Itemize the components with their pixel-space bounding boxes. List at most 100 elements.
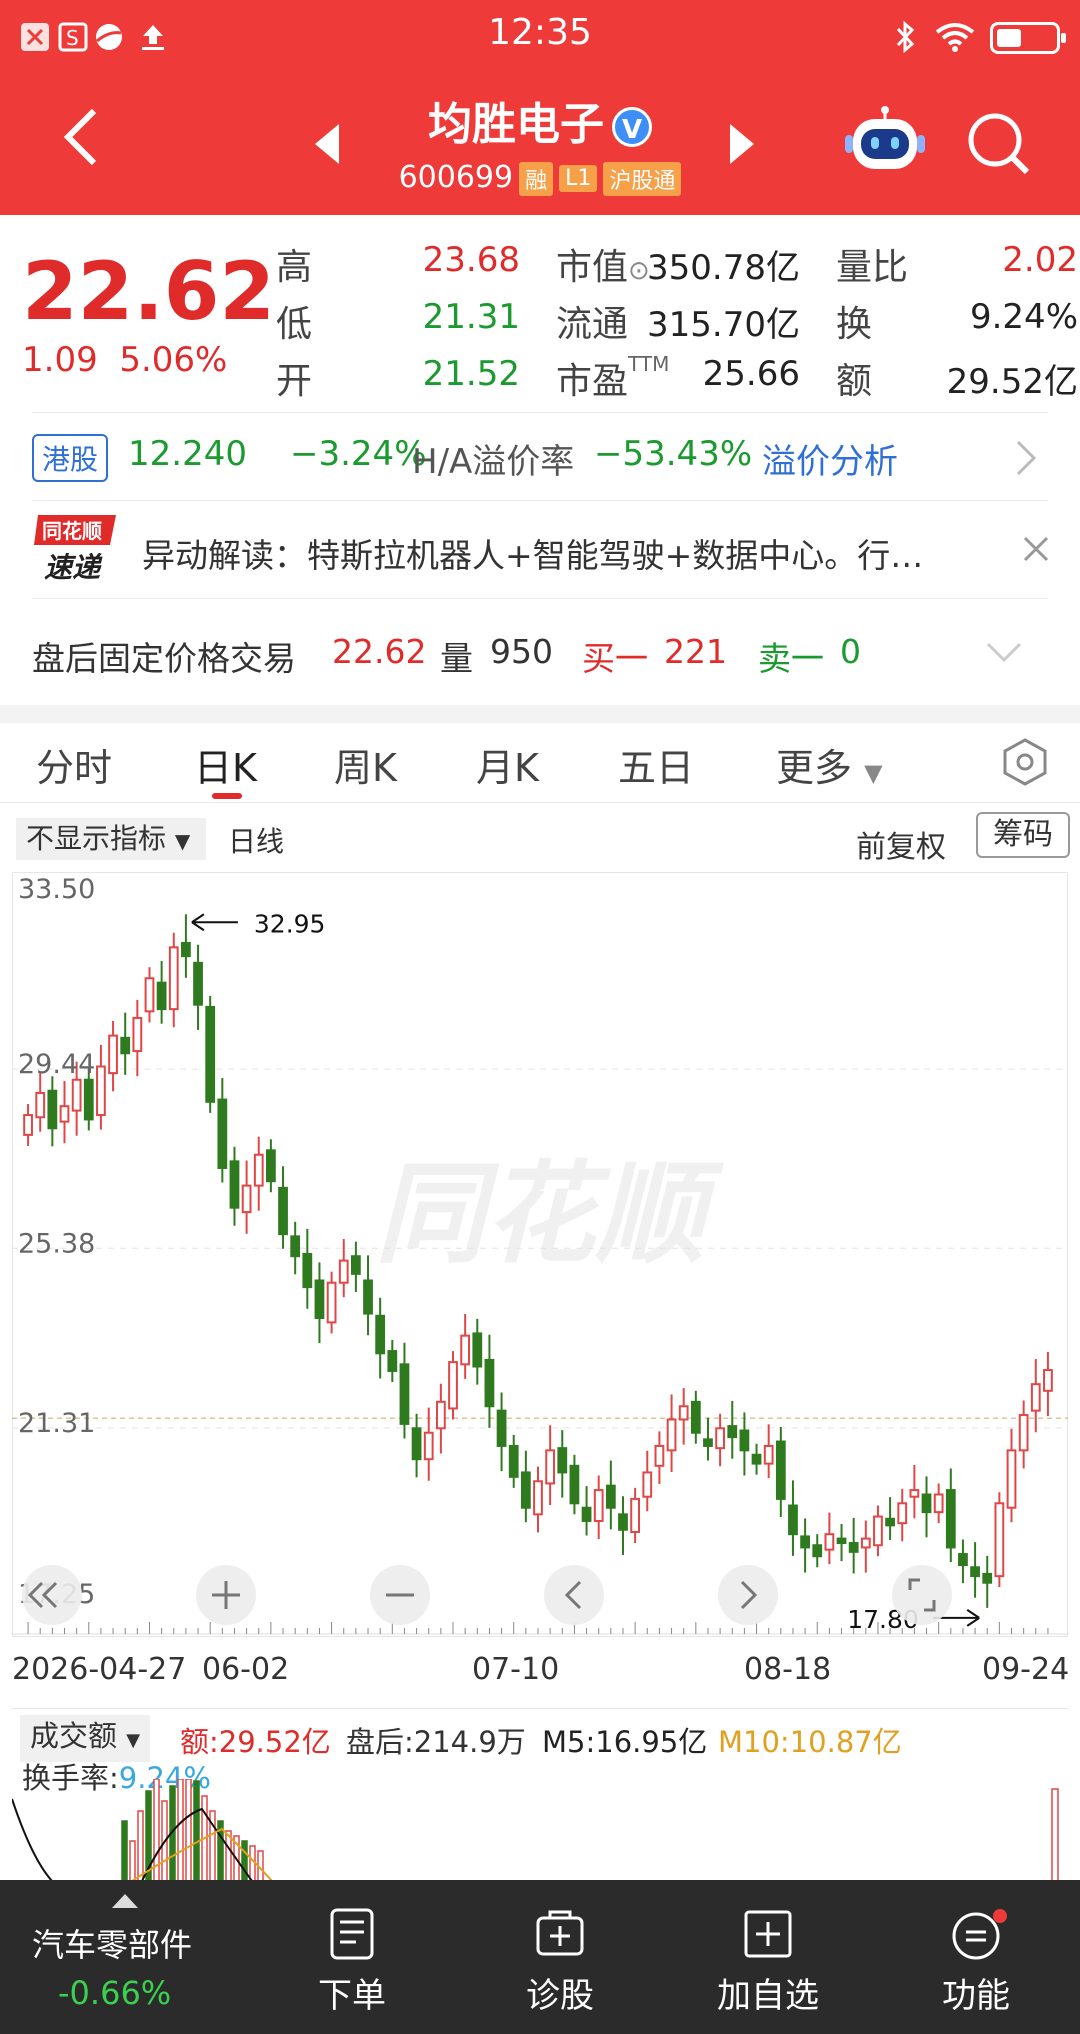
section-gap (0, 705, 1080, 723)
zoom-out-button[interactable] (370, 1565, 430, 1625)
candle-body (47, 1089, 58, 1130)
add-square-icon (742, 1908, 794, 1960)
nav-add-watchlist[interactable]: 加自选 (698, 1908, 838, 2017)
tab-intraday[interactable]: 分时 (36, 737, 112, 792)
value-market-cap: 350.78亿 (647, 248, 800, 288)
candle-body (132, 1016, 143, 1053)
tab-monthly-k[interactable]: 月K (476, 737, 539, 792)
candle-body (314, 1279, 325, 1319)
wifi-icon (932, 20, 978, 54)
premium-analysis-link[interactable]: 溢价分析 (762, 434, 898, 483)
chevron-down-icon[interactable] (984, 640, 1024, 668)
pan-right-button[interactable] (718, 1565, 778, 1625)
sector-name[interactable]: 汽车零部件 (32, 1920, 192, 1966)
candle-body (266, 1149, 276, 1183)
triangle-down-icon: ▼ (864, 759, 883, 787)
nav-order[interactable]: 下单 (282, 1908, 422, 2017)
robot-assistant-icon[interactable] (845, 105, 925, 177)
hk-share-row[interactable]: 港股 12.240 −3.24% H/A溢价率 −53.43% 溢价分析 (32, 430, 1048, 500)
label-low: 低 (276, 304, 313, 345)
volume-bar (121, 1820, 128, 1880)
volume-bar (137, 1810, 144, 1880)
candle-body (690, 1400, 701, 1434)
candle-body (229, 1160, 240, 1209)
settings-hexagon-icon[interactable] (1000, 737, 1050, 791)
kline-chart[interactable]: 同花顺 33.5029.4425.3821.3117.25 32.9517.80 (12, 872, 1068, 1637)
candle-body (873, 1515, 883, 1547)
prev-stock-button[interactable] (315, 120, 355, 170)
candle-body (678, 1405, 689, 1421)
back-button[interactable] (58, 105, 108, 185)
candle-body (241, 1184, 252, 1214)
change-amount: 1.09 (22, 340, 98, 380)
candle-body (812, 1544, 823, 1558)
tab-five-day[interactable]: 五日 (618, 737, 694, 792)
candle-body (1018, 1414, 1029, 1452)
divider (32, 412, 1048, 413)
close-icon[interactable] (1022, 535, 1050, 567)
search-button[interactable] (965, 110, 1031, 176)
hk-tag: 港股 (32, 434, 109, 482)
label-amount: 额 (836, 361, 873, 402)
candle-body (666, 1418, 677, 1452)
label-open: 开 (276, 361, 313, 402)
value-float-cap: 315.70亿 (647, 305, 800, 345)
indicator-select[interactable]: 不显示指标 ▼ (16, 818, 206, 860)
after-hours-row[interactable]: 盘后固定价格交易 22.62 量 950 买一 221 卖一 0 (32, 620, 1048, 690)
volume-bars (12, 1779, 1059, 1880)
menu-circle-icon (950, 1908, 1007, 1960)
candle-body (1006, 1449, 1017, 1509)
candle-body (472, 1332, 483, 1368)
nav-diagnose[interactable]: 诊股 (490, 1908, 630, 2017)
zoom-out-far-button[interactable] (22, 1565, 82, 1625)
x-label-end: 09-24 (982, 1652, 1070, 1687)
candle-body (860, 1537, 871, 1549)
buy-one-value: 221 (664, 632, 727, 671)
tab-weekly-k[interactable]: 周K (334, 737, 397, 792)
candle-body (751, 1453, 762, 1465)
candle-body (423, 1431, 434, 1461)
pan-left-button[interactable] (544, 1565, 604, 1625)
candle-body (520, 1471, 531, 1509)
next-stock-button[interactable] (730, 120, 770, 170)
value-pe: 25.66 (702, 354, 800, 394)
candle-body (326, 1281, 337, 1324)
label-turnover: 换 (836, 304, 873, 345)
sell-one-label: 卖一 (758, 639, 824, 678)
volume-bar (177, 1779, 184, 1880)
fullscreen-button[interactable] (892, 1565, 952, 1625)
candle-body (144, 977, 155, 1013)
candle-body (460, 1334, 471, 1366)
candle-body (618, 1513, 628, 1531)
after-hours-vol-label: 量 (440, 639, 473, 678)
news-text: 异动解读：特斯拉机器人+智能驾驶+数据中心。行… (142, 536, 924, 575)
price-change: 1.09 5.06% (22, 340, 227, 380)
candle-body (970, 1566, 980, 1578)
candle-body (909, 1489, 920, 1498)
candle-body (83, 1078, 94, 1121)
candle-body (108, 1034, 118, 1075)
x-label-start: 2026-04-27 (12, 1652, 187, 1687)
buy-one-label: 买一 (582, 639, 648, 678)
volume-after-hours: 盘后:214.9万 (346, 1725, 526, 1759)
tab-daily-k[interactable]: 日K (194, 737, 257, 792)
y-tick-label: 21.31 (18, 1408, 95, 1439)
chips-button[interactable]: 筹码 (976, 812, 1070, 858)
adjust-mode[interactable]: 前复权 (856, 822, 946, 866)
premium-value: −53.43% (594, 434, 753, 474)
candle-body (290, 1235, 301, 1258)
candle-body (958, 1553, 968, 1567)
label-high: 高 (276, 247, 313, 288)
tab-more[interactable]: 更多 ▼ (776, 737, 883, 792)
premium-label: H/A溢价率 (412, 442, 575, 482)
nav-functions[interactable]: 功能 (906, 1908, 1046, 2017)
candle-body (824, 1533, 835, 1551)
tag-margin: 融 (519, 161, 554, 196)
news-row[interactable]: 同花顺 速递 异动解读：特斯拉机器人+智能驾驶+数据中心。行… (32, 505, 1050, 595)
candle-body (168, 946, 179, 1011)
change-percent: 5.06% (119, 340, 228, 380)
zoom-in-button[interactable] (196, 1565, 256, 1625)
candle-body (557, 1447, 568, 1474)
candle-body (593, 1489, 604, 1522)
volume-m10: M10:10.87亿 (718, 1725, 902, 1759)
